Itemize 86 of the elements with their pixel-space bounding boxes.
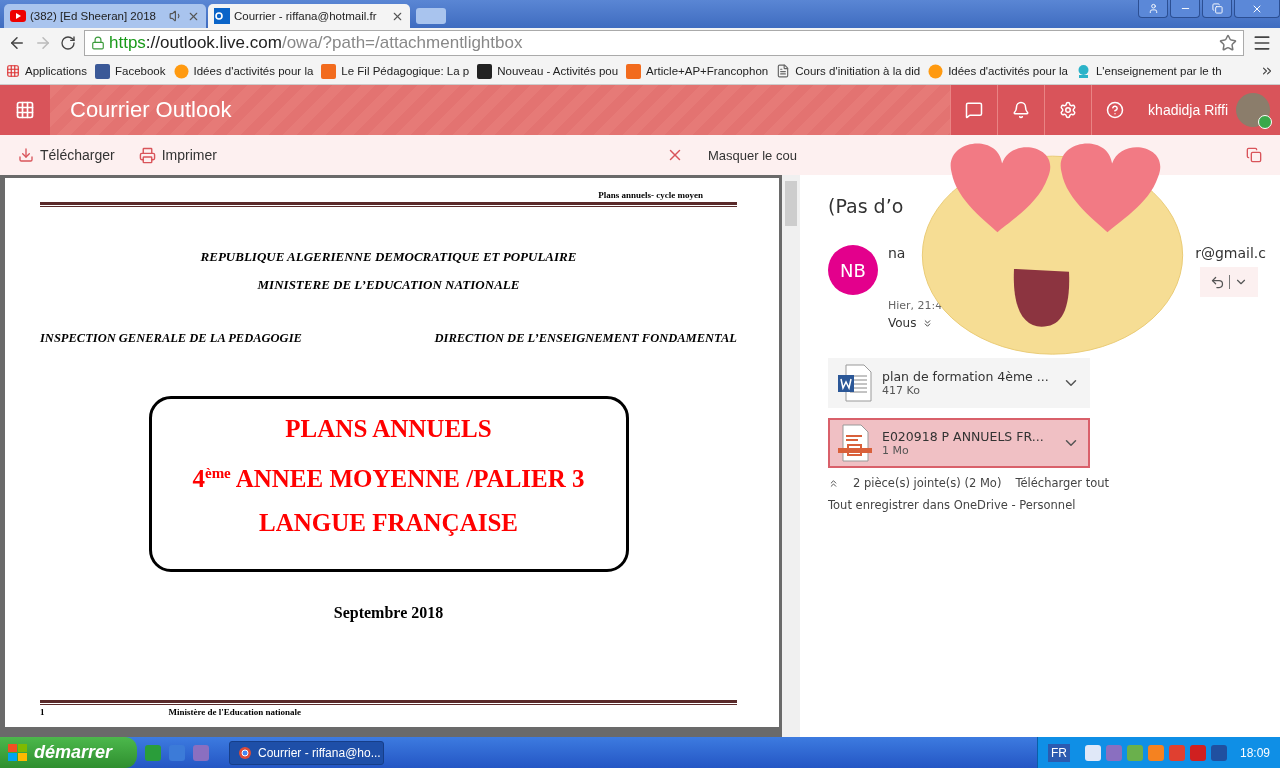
restore-button[interactable] bbox=[1202, 0, 1232, 18]
document-title: LANGUE FRANÇAISE bbox=[258, 508, 519, 539]
tray-icon[interactable] bbox=[1084, 744, 1101, 761]
settings-button[interactable] bbox=[1044, 85, 1092, 135]
online-status-icon bbox=[1258, 115, 1272, 129]
close-window-button[interactable] bbox=[1234, 0, 1280, 18]
star-icon[interactable] bbox=[1219, 34, 1237, 52]
profile-button[interactable] bbox=[1138, 0, 1168, 18]
lock-icon bbox=[91, 36, 105, 50]
help-button[interactable] bbox=[1091, 85, 1139, 135]
user-name[interactable]: khadidja Riffi bbox=[1148, 102, 1228, 118]
bookmark-link[interactable]: Cours d'initiation à la did bbox=[795, 65, 921, 77]
download-button[interactable]: Télécharger bbox=[18, 147, 115, 163]
tray-icon[interactable] bbox=[1189, 744, 1206, 761]
grid-icon bbox=[15, 100, 35, 120]
bookmark-link[interactable]: Article+AP+Francophon bbox=[646, 65, 769, 77]
recipient: Vous bbox=[888, 316, 917, 330]
reply-icon bbox=[1210, 274, 1225, 290]
document-heading: MINISTERE DE L’EDUCATION NATIONALE bbox=[256, 277, 521, 293]
menu-icon[interactable] bbox=[1252, 33, 1272, 53]
reply-button[interactable] bbox=[1200, 267, 1258, 297]
page-icon bbox=[776, 64, 791, 78]
download-all-link[interactable]: Télécharger tout bbox=[1015, 476, 1110, 490]
app-launcher-button[interactable] bbox=[0, 85, 50, 135]
attachment-card[interactable]: plan de formation 4ème ... 417 Ko bbox=[828, 358, 1090, 408]
attachment-card[interactable]: E020918 P ANNUELS FR... 1 Mo bbox=[828, 418, 1090, 468]
print-button[interactable]: Imprimer bbox=[138, 146, 217, 164]
more-bookmarks-icon[interactable] bbox=[1260, 64, 1274, 78]
language-indicator[interactable]: FR bbox=[1047, 743, 1070, 762]
sender-name: na bbox=[888, 245, 906, 261]
page-footer: Ministère de l'Education nationale bbox=[168, 707, 302, 717]
download-icon bbox=[18, 147, 34, 163]
windows-flag-icon bbox=[8, 743, 28, 762]
document-date: Septembre 2018 bbox=[332, 604, 445, 622]
bookmark-link[interactable]: L'enseignement par le th bbox=[1095, 65, 1222, 77]
avatar[interactable] bbox=[1236, 93, 1270, 127]
message-time: Hier, 21:4 bbox=[888, 299, 943, 312]
taskbar-window-button[interactable]: Courrier - riffana@ho... bbox=[229, 740, 384, 765]
circle-icon bbox=[173, 63, 189, 79]
document-heading: DIRECTION DE L’ENSEIGNEMENT FONDAMENTAL bbox=[434, 331, 737, 346]
sender-email: r@gmail.c bbox=[1195, 245, 1266, 261]
word-document-icon bbox=[838, 364, 872, 402]
document-title: PLANS ANNUELS bbox=[285, 414, 492, 444]
scrollbar-thumb[interactable] bbox=[785, 181, 797, 226]
bookmark-link[interactable]: Nouveau - Activités pou bbox=[497, 65, 619, 77]
clock: 18:09 bbox=[1239, 745, 1270, 760]
sender-initials: NB bbox=[828, 245, 878, 295]
save-to-cloud-link[interactable]: Tout enregistrer dans OneDrive - Personnel bbox=[828, 498, 1076, 512]
bookmark-link[interactable]: Applications bbox=[25, 65, 87, 77]
back-icon[interactable] bbox=[8, 34, 26, 52]
mail-logo-icon bbox=[214, 8, 230, 24]
bookmark-link[interactable]: Le Fil Pédagogique: La p bbox=[341, 65, 470, 77]
play-logo-icon bbox=[10, 10, 26, 22]
popout-icon[interactable] bbox=[1246, 147, 1262, 163]
page-number: 1 bbox=[40, 707, 45, 717]
document-heading: INSPECTION GENERALE DE LA PEDAGOGIE bbox=[40, 331, 302, 346]
chat-icon bbox=[965, 101, 984, 119]
settings-icon bbox=[1059, 101, 1078, 119]
address-bar[interactable]: https://outlook.live.com/owa/?path=/attachmentlightbox bbox=[84, 30, 1244, 56]
bookmark-link[interactable]: Idées d'activités pour la bbox=[948, 65, 1068, 77]
person-icon bbox=[1147, 3, 1159, 14]
browser-tab[interactable]: Courrier - riffana@hotmail.fr bbox=[208, 4, 410, 28]
document-heading: REPUBLIQUE ALGERIENNE DEMOCRATIQUE ET POPULAIRE bbox=[199, 249, 578, 265]
printer-icon bbox=[138, 146, 156, 164]
minimize-button[interactable] bbox=[1170, 0, 1200, 18]
tray-icon[interactable] bbox=[1210, 744, 1227, 761]
running-head: Plans annuels- cycle moyen bbox=[597, 190, 704, 200]
circle-icon bbox=[928, 63, 944, 79]
bookmark-link[interactable]: Facebook bbox=[115, 65, 166, 77]
bookmark-link[interactable]: Idées d'activités pour la bbox=[193, 65, 314, 77]
attachments-summary[interactable]: 2 pièce(s) jointe(s) (2 Mo) bbox=[853, 476, 1002, 490]
restore-icon bbox=[1211, 3, 1223, 14]
hide-panel-button[interactable]: Masquer le cou bbox=[708, 147, 797, 163]
chat-button[interactable] bbox=[950, 85, 998, 135]
notifications-button[interactable] bbox=[997, 85, 1045, 135]
browser-logo-icon bbox=[238, 745, 252, 760]
message-subject: (Pas d’o bbox=[828, 195, 905, 217]
pdf-document-icon bbox=[838, 424, 872, 462]
bell-icon bbox=[1012, 101, 1031, 119]
collapse-icon[interactable] bbox=[828, 477, 839, 489]
document-title: 4$^{ème}$ ANNEE MOYENNE /PALIER 3 bbox=[192, 464, 585, 495]
reload-icon[interactable] bbox=[60, 35, 76, 51]
help-icon bbox=[1106, 101, 1125, 119]
browser-tab[interactable]: (382) [Ed Sheeran] 2018 bbox=[4, 4, 206, 28]
apps-grid-icon bbox=[6, 64, 20, 78]
app-title: Courrier Outlook bbox=[70, 97, 232, 123]
